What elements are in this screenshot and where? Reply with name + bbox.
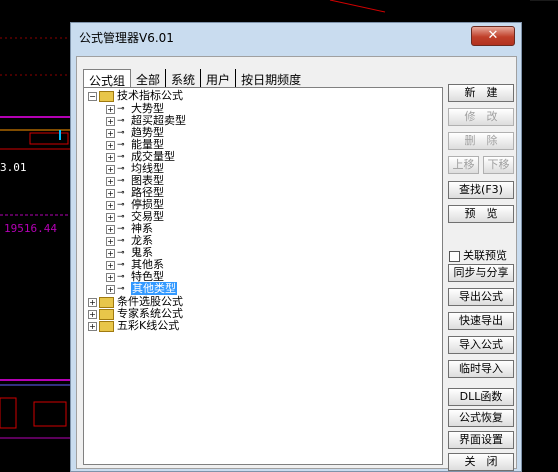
delete-button[interactable]: 删 除 bbox=[448, 132, 514, 150]
sync-share-button[interactable]: 同步与分享 bbox=[448, 264, 514, 282]
key-icon: ⊸ bbox=[117, 200, 125, 210]
tab-by-date-frequency[interactable]: 按日期频度 bbox=[236, 69, 306, 87]
modify-button[interactable]: 修 改 bbox=[448, 108, 514, 126]
key-icon: ⊸ bbox=[117, 164, 125, 174]
tab-formula-group[interactable]: 公式组 bbox=[83, 69, 132, 88]
expand-icon[interactable]: + bbox=[106, 260, 115, 270]
new-button[interactable]: 新 建 bbox=[448, 84, 514, 102]
formula-tree[interactable]: − 技术指标公式 + ⊸ 大势型 + ⊸ 超买超卖型 + ⊸ 趋势型 + ⊸ 能量型 + ⊸ 成交量型… bbox=[83, 87, 443, 465]
expand-icon[interactable]: + bbox=[88, 321, 97, 331]
expand-icon[interactable]: + bbox=[106, 224, 115, 234]
formula-manager-window: 公式管理器V6.01 ✕ 公式组 全部 系统 用户 按日期频度 − 技术指标公式 … bbox=[70, 22, 522, 472]
key-icon: ⊸ bbox=[117, 176, 125, 186]
tab-bar: 公式组 全部 系统 用户 按日期频度 bbox=[83, 69, 306, 88]
expand-icon[interactable]: + bbox=[106, 116, 115, 126]
export-formula-button[interactable]: 导出公式 bbox=[448, 288, 514, 306]
folder-icon bbox=[99, 296, 114, 308]
key-icon: ⊸ bbox=[117, 248, 125, 258]
key-icon: ⊸ bbox=[117, 212, 125, 222]
price-label-left: 3.01 bbox=[0, 161, 27, 174]
tree-node-group[interactable]: + 五彩K线公式 bbox=[88, 320, 179, 332]
key-icon: ⊸ bbox=[117, 188, 125, 198]
tree-item-selected[interactable]: + ⊸ 其他类型 bbox=[106, 282, 177, 295]
title-bar[interactable]: 公式管理器V6.01 ✕ bbox=[71, 23, 521, 51]
tree-node-label: 五彩K线公式 bbox=[117, 319, 180, 332]
dialog-client: 公式组 全部 系统 用户 按日期频度 − 技术指标公式 + ⊸ 大势型 + ⊸ 超买超卖型… bbox=[76, 56, 517, 471]
expand-icon[interactable]: + bbox=[106, 140, 115, 150]
key-icon: ⊸ bbox=[117, 152, 125, 162]
quick-export-button[interactable]: 快速导出 bbox=[448, 312, 514, 330]
folder-icon bbox=[99, 308, 114, 320]
expand-icon[interactable]: + bbox=[106, 176, 115, 186]
import-formula-button[interactable]: 导入公式 bbox=[448, 336, 514, 354]
linked-preview-checkbox[interactable]: 关联预览 bbox=[449, 247, 507, 263]
key-icon: ⊸ bbox=[117, 128, 125, 138]
move-up-button[interactable]: 上移 bbox=[448, 156, 479, 174]
key-icon: ⊸ bbox=[117, 272, 125, 282]
expand-icon[interactable]: + bbox=[106, 188, 115, 198]
folder-icon bbox=[99, 320, 114, 332]
key-icon: ⊸ bbox=[117, 236, 125, 246]
checkbox-box[interactable] bbox=[449, 250, 460, 262]
key-icon: ⊸ bbox=[117, 260, 125, 270]
tree-node-label: 技术指标公式 bbox=[117, 89, 183, 102]
restore-formula-button[interactable]: 公式恢复 bbox=[448, 409, 514, 427]
tab-system[interactable]: 系统 bbox=[166, 69, 202, 87]
expand-icon[interactable]: + bbox=[106, 152, 115, 162]
tab-all[interactable]: 全部 bbox=[131, 69, 167, 87]
preview-button[interactable]: 预 览 bbox=[448, 205, 514, 223]
key-icon: ⊸ bbox=[117, 284, 125, 294]
expand-icon[interactable]: + bbox=[106, 212, 115, 222]
dll-function-button[interactable]: DLL函数 bbox=[448, 388, 514, 406]
key-icon: ⊸ bbox=[117, 140, 125, 150]
expand-icon[interactable]: + bbox=[106, 200, 115, 210]
tab-user[interactable]: 用户 bbox=[201, 69, 237, 87]
key-icon: ⊸ bbox=[117, 224, 125, 234]
close-button[interactable]: 关 闭 bbox=[448, 453, 514, 471]
expand-icon[interactable]: + bbox=[106, 248, 115, 258]
tree-node-root[interactable]: − 技术指标公式 bbox=[88, 90, 183, 102]
folder-icon bbox=[99, 90, 114, 102]
expand-icon[interactable]: + bbox=[88, 297, 97, 307]
temp-import-button[interactable]: 临时导入 bbox=[448, 360, 514, 378]
expand-icon[interactable]: + bbox=[88, 309, 97, 319]
window-title: 公式管理器V6.01 bbox=[79, 31, 174, 45]
expand-icon[interactable]: + bbox=[106, 104, 115, 114]
collapse-icon[interactable]: − bbox=[88, 91, 97, 101]
expand-icon[interactable]: + bbox=[106, 128, 115, 138]
tree-item-label: 其他类型 bbox=[131, 282, 177, 295]
move-down-button[interactable]: 下移 bbox=[483, 156, 514, 174]
price-label-mid: 19516.44 bbox=[4, 222, 57, 235]
expand-icon[interactable]: + bbox=[106, 272, 115, 282]
expand-icon[interactable]: + bbox=[106, 164, 115, 174]
key-icon: ⊸ bbox=[117, 116, 125, 126]
expand-icon[interactable]: + bbox=[106, 236, 115, 246]
linked-preview-label: 关联预览 bbox=[463, 249, 507, 262]
find-button[interactable]: 查找(F3) bbox=[448, 181, 514, 199]
expand-icon[interactable]: + bbox=[106, 284, 115, 294]
ui-settings-button[interactable]: 界面设置 bbox=[448, 431, 514, 449]
close-icon[interactable]: ✕ bbox=[471, 26, 515, 46]
key-icon: ⊸ bbox=[117, 104, 125, 114]
